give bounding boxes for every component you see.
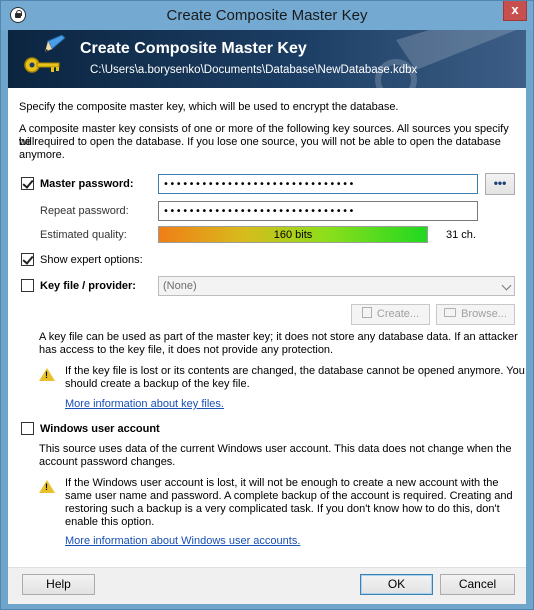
- key-file-checkbox[interactable]: [21, 279, 34, 292]
- windows-account-label: Windows user account: [40, 423, 160, 435]
- show-expert-checkbox[interactable]: [21, 253, 34, 266]
- windows-account-warning: If the Windows user account is lost, it …: [65, 477, 499, 489]
- master-password-label: Master password:: [40, 178, 134, 190]
- windows-account-description: account password changes.: [39, 456, 176, 468]
- windows-account-warning: enable this option.: [65, 516, 155, 528]
- key-files-help-link[interactable]: More information about key files.: [65, 398, 224, 411]
- banner-decoration: [375, 30, 516, 88]
- key-file-warning: If the key file is lost or its contents …: [65, 365, 525, 377]
- master-password-checkbox[interactable]: [21, 177, 34, 190]
- description-text: be required to open the database. If you…: [19, 136, 501, 148]
- help-button[interactable]: Help: [22, 574, 95, 595]
- key-pen-icon: [24, 35, 66, 73]
- dialog-content: Specify the composite master key, which …: [8, 88, 526, 567]
- close-button[interactable]: x: [503, 1, 527, 21]
- dialog-footer: Help OK Cancel: [8, 567, 526, 604]
- database-path: C:\Users\a.borysenko\Documents\Database\…: [90, 64, 418, 76]
- repeat-password-input[interactable]: ••••••••••••••••••••••••••••••: [158, 201, 478, 221]
- banner-title: Create Composite Master Key: [80, 40, 307, 57]
- key-provider-value: (None): [163, 280, 197, 292]
- quality-label: Estimated quality:: [40, 229, 127, 241]
- intro-text: Specify the composite master key, which …: [19, 101, 399, 113]
- header-banner: Create Composite Master Key C:\Users\a.b…: [8, 30, 526, 88]
- quality-bits: 160 bits: [273, 229, 313, 241]
- create-key-file-button[interactable]: Create...: [351, 304, 430, 325]
- key-file-label: Key file / provider:: [40, 280, 136, 292]
- folder-icon: [444, 308, 457, 317]
- repeat-password-label: Repeat password:: [40, 205, 129, 217]
- chevron-down-icon: [501, 280, 512, 291]
- description-text: anymore.: [19, 149, 65, 161]
- password-mask: ••••••••••••••••••••••••••••••: [163, 179, 355, 190]
- windows-account-description: This source uses data of the current Win…: [39, 443, 512, 455]
- key-file-warning: should create a backup of the key file.: [65, 378, 250, 390]
- key-file-description: has access to the key file, it does not …: [39, 344, 334, 356]
- show-password-button[interactable]: •••: [485, 173, 515, 195]
- ok-button[interactable]: OK: [360, 574, 433, 595]
- key-provider-select[interactable]: (None): [158, 276, 515, 296]
- quality-bar: 160 bits: [158, 226, 428, 243]
- create-button-label: Create...: [376, 308, 420, 320]
- windows-account-warning: same user name and password. A complete …: [65, 490, 513, 502]
- browse-key-file-button[interactable]: Browse...: [436, 304, 515, 325]
- window-title: Create Composite Master Key: [166, 7, 368, 24]
- dialog-window: Create Composite Master Key x Create Com…: [0, 0, 534, 610]
- windows-accounts-help-link[interactable]: More information about Windows user acco…: [65, 535, 300, 548]
- create-file-icon: [361, 307, 372, 318]
- windows-account-checkbox[interactable]: [21, 422, 34, 435]
- cancel-button[interactable]: Cancel: [440, 574, 515, 595]
- warning-icon: !: [39, 480, 55, 493]
- show-expert-label[interactable]: Show expert options:: [40, 254, 143, 267]
- password-mask: ••••••••••••••••••••••••••••••: [163, 206, 355, 217]
- warning-icon: !: [39, 368, 55, 381]
- key-file-description: A key file can be used as part of the ma…: [39, 331, 518, 343]
- browse-button-label: Browse...: [461, 308, 507, 320]
- title-bar[interactable]: Create Composite Master Key x: [1, 1, 533, 30]
- windows-account-warning: restoring such a backup is a very compli…: [65, 503, 500, 515]
- master-password-input[interactable]: ••••••••••••••••••••••••••••••: [158, 174, 478, 194]
- password-length: 31 ch.: [446, 229, 476, 241]
